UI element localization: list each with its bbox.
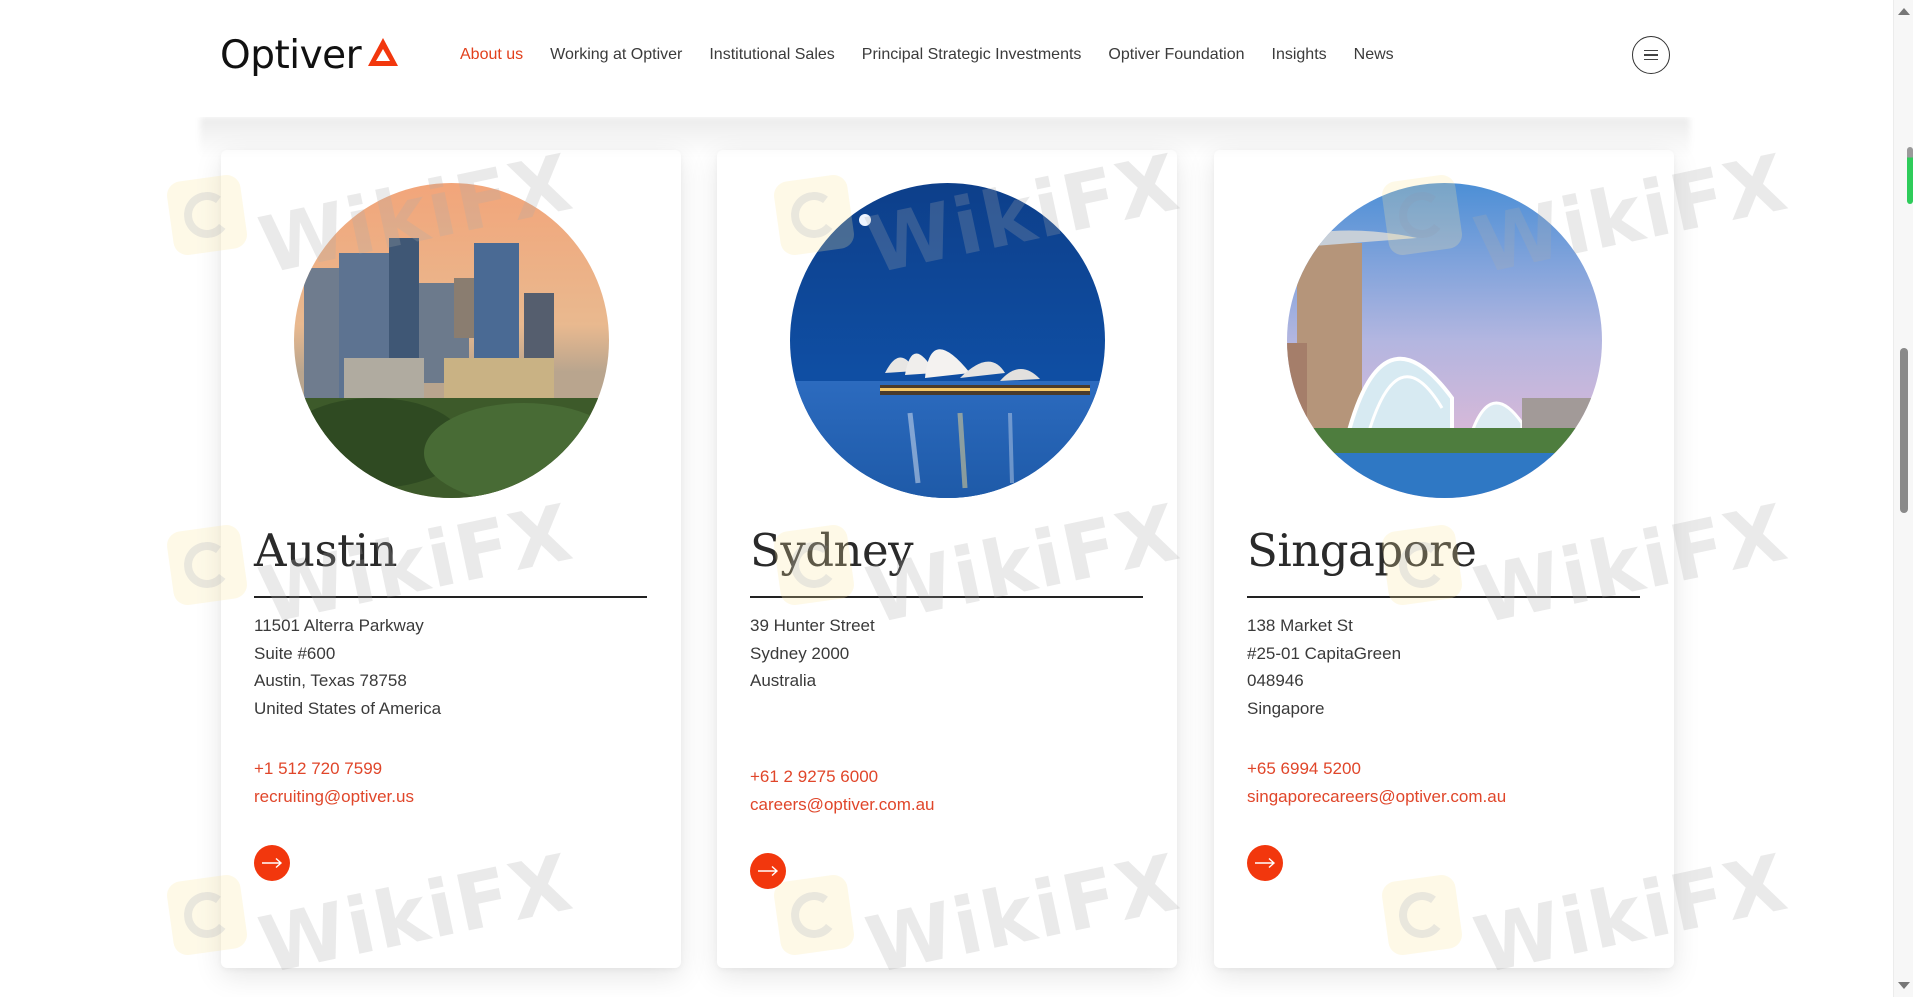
singapore-gardens-photo <box>1287 183 1602 498</box>
office-contact: +1 512 720 7599 recruiting@optiver.us <box>254 755 414 810</box>
nav-optiver-foundation[interactable]: Optiver Foundation <box>1108 46 1244 64</box>
scroll-position-marker <box>1907 147 1913 204</box>
nav-working-at-optiver[interactable]: Working at Optiver <box>550 46 682 64</box>
header-shadow <box>200 117 1690 157</box>
office-city-title: Austin <box>254 524 398 577</box>
address-line: United States of America <box>254 698 442 718</box>
arrow-right-icon <box>1255 857 1276 869</box>
sydney-opera-house-photo <box>790 183 1105 498</box>
office-address: 11501 Alterra Parkway Suite #600 Austin,… <box>254 612 441 722</box>
divider <box>750 596 1143 598</box>
phone-link[interactable]: +61 2 9275 6000 <box>750 763 935 791</box>
office-details-button[interactable] <box>750 853 786 889</box>
office-city-title: Sydney <box>750 524 914 577</box>
address-line: Austin, Texas 78758 <box>254 671 407 690</box>
address-line: Australia <box>750 671 817 690</box>
hamburger-menu-button[interactable] <box>1632 36 1670 74</box>
address-line: 048946 <box>1247 671 1304 690</box>
phone-link[interactable]: +1 512 720 7599 <box>254 755 414 783</box>
office-card-singapore: Singapore 138 Market St #25-01 CapitaGre… <box>1214 150 1674 968</box>
scroll-up-arrow-icon[interactable] <box>1898 8 1910 15</box>
arrow-right-icon <box>758 865 779 877</box>
address-line: Sydney 2000 <box>750 643 850 663</box>
phone-link[interactable]: +65 6994 5200 <box>1247 755 1506 783</box>
hamburger-line <box>1644 54 1658 56</box>
nav-about-us[interactable]: About us <box>460 46 523 64</box>
office-contact: +65 6994 5200 singaporecareers@optiver.c… <box>1247 755 1506 810</box>
optiver-triangle-icon <box>368 38 399 66</box>
divider <box>1247 596 1640 598</box>
hamburger-menu-icon <box>1644 49 1658 52</box>
email-link[interactable]: careers@optiver.com.au <box>750 791 935 819</box>
optiver-logo[interactable]: Optiver <box>220 30 399 80</box>
nav-principal-strategic-investments[interactable]: Principal Strategic Investments <box>862 46 1082 64</box>
nav-news[interactable]: News <box>1354 46 1394 64</box>
address-line: Singapore <box>1247 698 1325 718</box>
office-address: 39 Hunter Street Sydney 2000 Australia <box>750 612 875 695</box>
nav-insights[interactable]: Insights <box>1272 46 1327 64</box>
logo-wordmark: Optiver <box>220 32 362 78</box>
vertical-scrollbar[interactable] <box>1893 0 1913 997</box>
address-line: Suite #600 <box>254 643 336 663</box>
arrow-right-icon <box>262 857 283 869</box>
office-details-button[interactable] <box>254 845 290 881</box>
office-contact: +61 2 9275 6000 careers@optiver.com.au <box>750 763 935 818</box>
hamburger-line <box>1644 58 1658 61</box>
email-link[interactable]: singaporecareers@optiver.com.au <box>1247 783 1506 811</box>
office-address: 138 Market St #25-01 CapitaGreen 048946 … <box>1247 612 1401 722</box>
office-card-sydney: Sydney 39 Hunter Street Sydney 2000 Aust… <box>717 150 1177 968</box>
page: Optiver About us Working at Optiver Inst… <box>0 0 1893 997</box>
address-line: #25-01 CapitaGreen <box>1247 643 1402 663</box>
office-card-austin: Austin 11501 Alterra Parkway Suite #600 … <box>221 150 681 968</box>
nav-institutional-sales[interactable]: Institutional Sales <box>709 46 834 64</box>
email-link[interactable]: recruiting@optiver.us <box>254 783 414 811</box>
office-details-button[interactable] <box>1247 845 1283 881</box>
scroll-down-arrow-icon[interactable] <box>1898 982 1910 989</box>
address-line: 138 Market St <box>1247 616 1353 635</box>
address-line: 11501 Alterra Parkway <box>254 616 424 635</box>
divider <box>254 596 647 598</box>
main-nav: About us Working at Optiver Institutiona… <box>460 46 1394 64</box>
scrollbar-thumb[interactable] <box>1900 348 1908 513</box>
address-line: 39 Hunter Street <box>750 616 875 635</box>
site-header: Optiver About us Working at Optiver Inst… <box>0 0 1893 117</box>
austin-skyline-photo <box>294 183 609 498</box>
office-city-title: Singapore <box>1247 524 1477 577</box>
